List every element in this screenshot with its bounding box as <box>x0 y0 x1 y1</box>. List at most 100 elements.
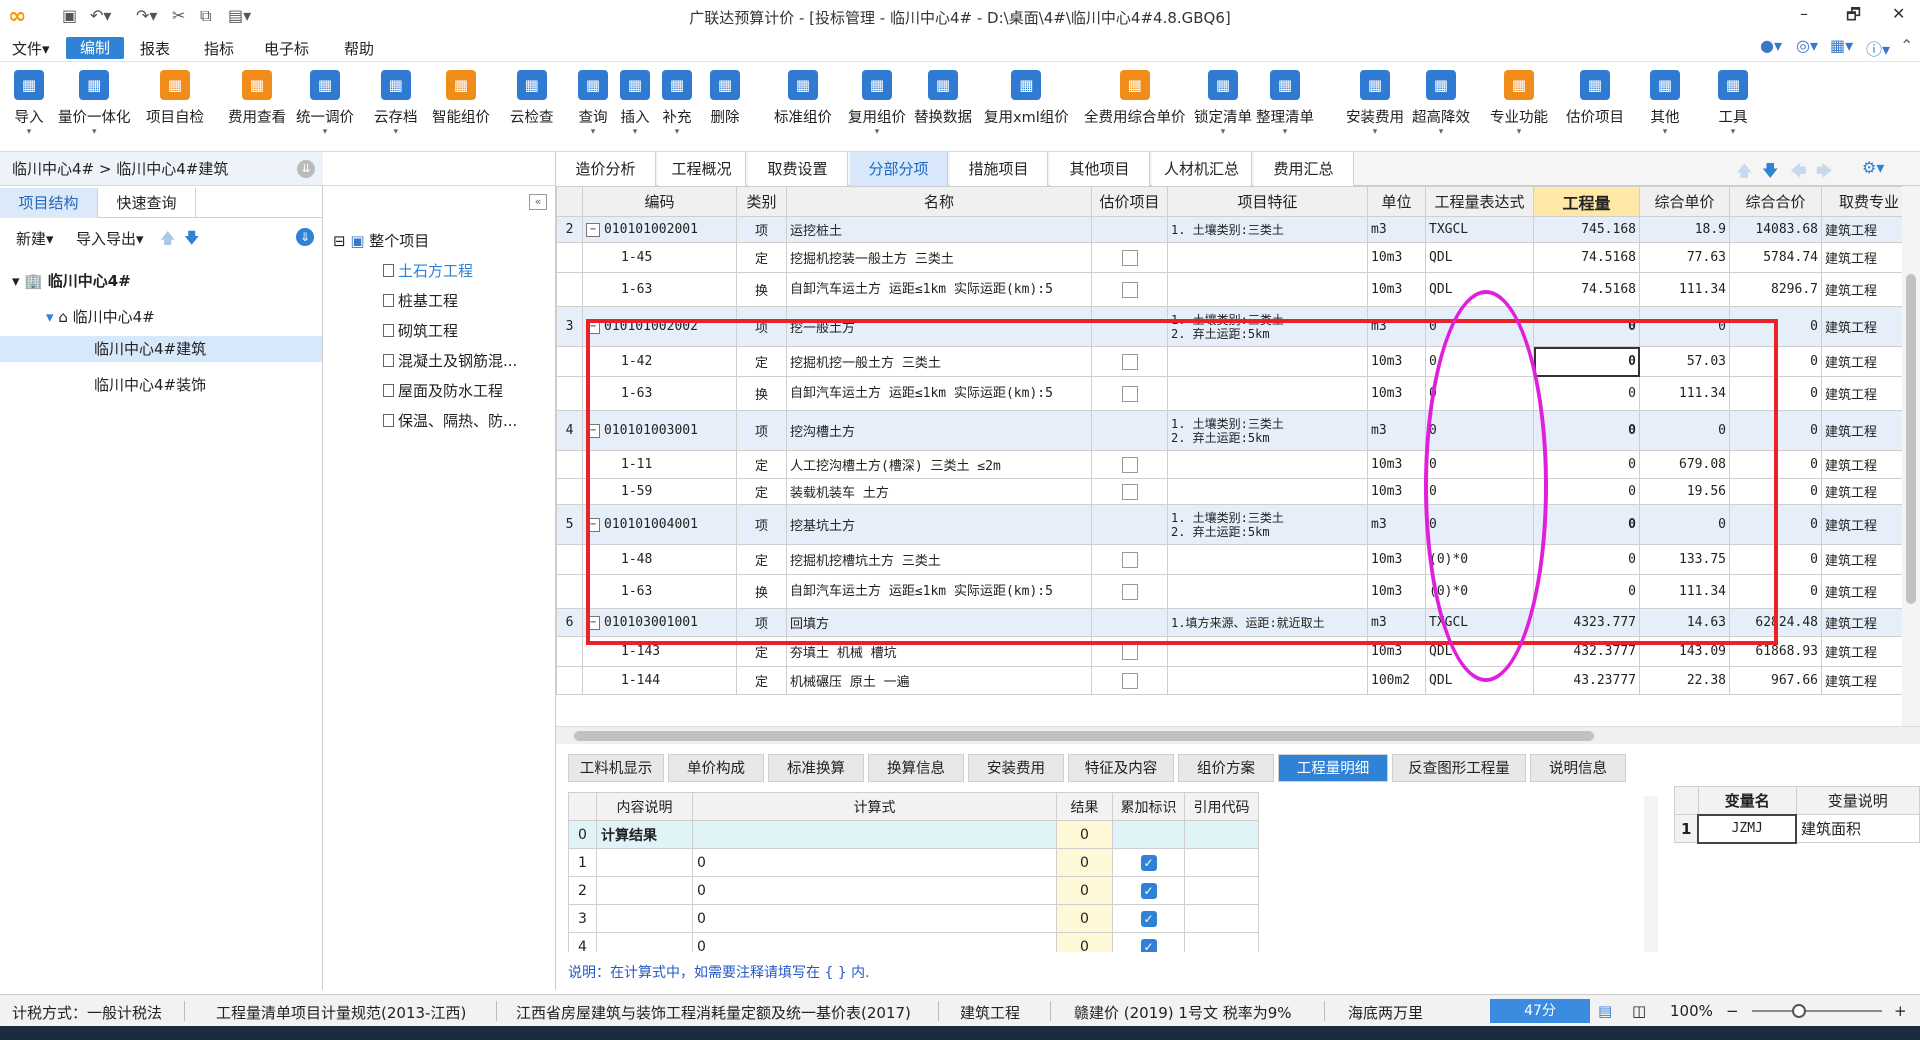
col-header-total[interactable]: 综合合价 <box>1729 186 1822 217</box>
detail-tab-5[interactable]: 特征及内容 <box>1068 754 1174 782</box>
col-header-code[interactable]: 编码 <box>582 186 737 217</box>
detail-row[interactable]: 2 0 0 ✓ <box>568 876 1259 905</box>
detail-tab-8[interactable]: 反查图形工程量 <box>1392 754 1526 782</box>
col-header-expr[interactable]: 工程量表达式 <box>1425 186 1534 217</box>
cell-unit-price[interactable]: 111.34 <box>1639 272 1730 307</box>
detail-desc[interactable] <box>596 876 693 905</box>
cell-unit[interactable]: m3 <box>1367 216 1426 243</box>
timer-badge[interactable]: 47分 <box>1490 999 1590 1023</box>
detail-expression[interactable]: 0 <box>692 932 1057 952</box>
cell-total[interactable]: 967.66 <box>1729 666 1822 695</box>
detail-ref-code[interactable] <box>1184 820 1259 849</box>
dropdown-arrow-icon[interactable]: ▾ <box>1194 127 1252 137</box>
collapse-ribbon-icon[interactable]: ⌃ <box>1900 36 1913 55</box>
accumulate-checkbox[interactable]: ✓ <box>1140 882 1157 899</box>
scroll-thumb[interactable] <box>574 731 1594 741</box>
pane-toggle-icon[interactable]: ⇊ <box>297 160 315 178</box>
cell-expression[interactable]: TXGCL <box>1425 216 1534 243</box>
table-row[interactable]: 1-63 换自卸汽车运土方 运距≤1km 实际运距(km):5 10m3 QDL 74.… <box>556 272 1917 307</box>
detail-expression[interactable]: 0 <box>692 848 1057 877</box>
cell-name[interactable]: 机械碾压 原土 一遍 <box>786 666 1092 695</box>
dropdown-arrow-icon[interactable]: ▾ <box>848 127 906 137</box>
tree-node-decoration[interactable]: 临川中心4#装饰 <box>94 374 206 395</box>
cell-code[interactable]: 1-144 <box>582 666 737 695</box>
menu-edit[interactable]: 编制 <box>66 37 125 59</box>
dropdown-arrow-icon[interactable]: ▾ <box>578 127 608 137</box>
col-header-unit[interactable]: 单位 <box>1367 186 1426 217</box>
detail-tab-9[interactable]: 说明信息 <box>1530 754 1626 782</box>
cell-quantity[interactable]: 74.5168 <box>1533 272 1640 307</box>
collapse-row-icon[interactable]: − <box>586 222 600 237</box>
help-icon[interactable]: ⓘ▾ <box>1866 36 1890 60</box>
ribbon-button-7[interactable]: ▦ 云检查 <box>510 66 554 148</box>
menu-index[interactable]: 指标 <box>198 38 240 59</box>
ribbon-button-6[interactable]: ▦ 智能组价 <box>432 66 490 148</box>
dropdown-arrow-icon[interactable]: ▾ <box>14 127 44 137</box>
dropdown-arrow-icon[interactable]: ▾ <box>1650 127 1680 137</box>
down-arrow-icon[interactable]: 🡇 <box>1762 160 1778 187</box>
col-header-feature[interactable]: 项目特征 <box>1167 186 1368 217</box>
detail-expression[interactable]: 0 <box>692 876 1057 905</box>
scroll-thumb[interactable] <box>1906 274 1916 604</box>
detail-row[interactable]: 0 计算结果 0 <box>568 820 1259 849</box>
expand-icon[interactable]: ▾ <box>46 308 58 326</box>
settings-icon[interactable]: ⚙▾ <box>1862 158 1884 177</box>
ribbon-button-1[interactable]: ▦ 量价一体化 ▾ <box>58 66 131 148</box>
menu-file[interactable]: 文件▾ <box>6 38 56 59</box>
cell-unit-price[interactable]: 18.9 <box>1639 216 1730 243</box>
cell-unit-price[interactable]: 77.63 <box>1639 242 1730 273</box>
detail-tab-3[interactable]: 换算信息 <box>868 754 964 782</box>
view-list-icon[interactable]: ▤ <box>1598 1002 1612 1020</box>
tree-root[interactable]: ⊟ ▣ 整个项目 <box>333 230 429 251</box>
ribbon-button-18[interactable]: ▦ 整理清单 ▾ <box>1256 66 1314 148</box>
ribbon-button-14[interactable]: ▦ 替换数据 <box>914 66 972 148</box>
cell-unit[interactable]: 10m3 <box>1367 272 1426 307</box>
table-row[interactable]: 1-45 定挖掘机挖装一般土方 三类土 10m3 QDL 74.5168 77.63 578… <box>556 242 1917 273</box>
estimate-checkbox[interactable] <box>1121 672 1138 689</box>
estimate-checkbox[interactable] <box>1121 249 1138 266</box>
import-export-button[interactable]: 导入导出▾ <box>76 228 144 249</box>
detail-ref-code[interactable] <box>1184 904 1259 933</box>
detail-accumulate[interactable] <box>1112 820 1185 849</box>
ribbon-button-5[interactable]: ▦ 云存档 ▾ <box>374 66 418 148</box>
detail-scrollbar[interactable] <box>1644 796 1658 952</box>
accumulate-checkbox[interactable]: ✓ <box>1140 938 1157 952</box>
col-header-estimate[interactable]: 估价项目 <box>1091 186 1168 217</box>
detail-tab-1[interactable]: 单价构成 <box>668 754 764 782</box>
cell-expression[interactable]: QDL <box>1425 242 1534 273</box>
new-button[interactable]: 新建▾ <box>16 228 54 249</box>
tab-6[interactable]: 人材机汇总 <box>1152 152 1252 186</box>
cell-quantity[interactable]: 745.168 <box>1533 216 1640 243</box>
ribbon-button-3[interactable]: ▦ 费用查看 <box>228 66 286 148</box>
cell-feature[interactable]: 1. 土壤类别:三类土 <box>1167 216 1368 243</box>
cell-feature[interactable] <box>1167 666 1368 695</box>
menu-ebid[interactable]: 电子标 <box>258 38 315 59</box>
maximize-button[interactable]: 🗗 <box>1846 4 1861 31</box>
ribbon-button-21[interactable]: ▦ 专业功能 ▾ <box>1490 66 1548 148</box>
ribbon-button-8[interactable]: ▦ 查询 ▾ <box>578 66 608 148</box>
var-name[interactable]: JZMJ <box>1697 813 1798 844</box>
detail-desc[interactable] <box>596 932 693 952</box>
cell-total[interactable]: 5784.74 <box>1729 242 1822 273</box>
tab-quick-query[interactable]: 快速查询 <box>98 188 196 218</box>
dropdown-arrow-icon[interactable]: ▾ <box>662 127 692 137</box>
headset-icon[interactable]: ◎▾ <box>1796 36 1818 55</box>
view-split-icon[interactable]: ◫ <box>1632 1002 1646 1020</box>
dropdown-arrow-icon[interactable]: ▾ <box>1346 127 1404 137</box>
dropdown-arrow-icon[interactable]: ▾ <box>296 127 354 137</box>
detail-accumulate[interactable]: ✓ <box>1112 932 1185 952</box>
ribbon-button-0[interactable]: ▦ 导入 ▾ <box>14 66 44 148</box>
move-down-icon[interactable]: 🡇 <box>184 228 199 253</box>
ribbon-button-15[interactable]: ▦ 复用xml组价 <box>984 66 1069 148</box>
tab-3[interactable]: 分部分项 <box>850 152 948 186</box>
ribbon-button-11[interactable]: ▦ 删除 <box>710 66 740 148</box>
tab-5[interactable]: 其他项目 <box>1050 152 1150 186</box>
cell-estimate[interactable] <box>1091 666 1168 695</box>
cell-total[interactable]: 8296.7 <box>1729 272 1822 307</box>
detail-tab-6[interactable]: 组价方案 <box>1178 754 1274 782</box>
accumulate-checkbox[interactable]: ✓ <box>1140 910 1157 927</box>
tree-node-project[interactable]: ▾ 🏢 临川中心4# <box>12 270 131 291</box>
ribbon-button-12[interactable]: ▦ 标准组价 <box>774 66 832 148</box>
cell-unit[interactable]: 10m3 <box>1367 242 1426 273</box>
cell-code[interactable]: 1-45 <box>582 242 737 273</box>
